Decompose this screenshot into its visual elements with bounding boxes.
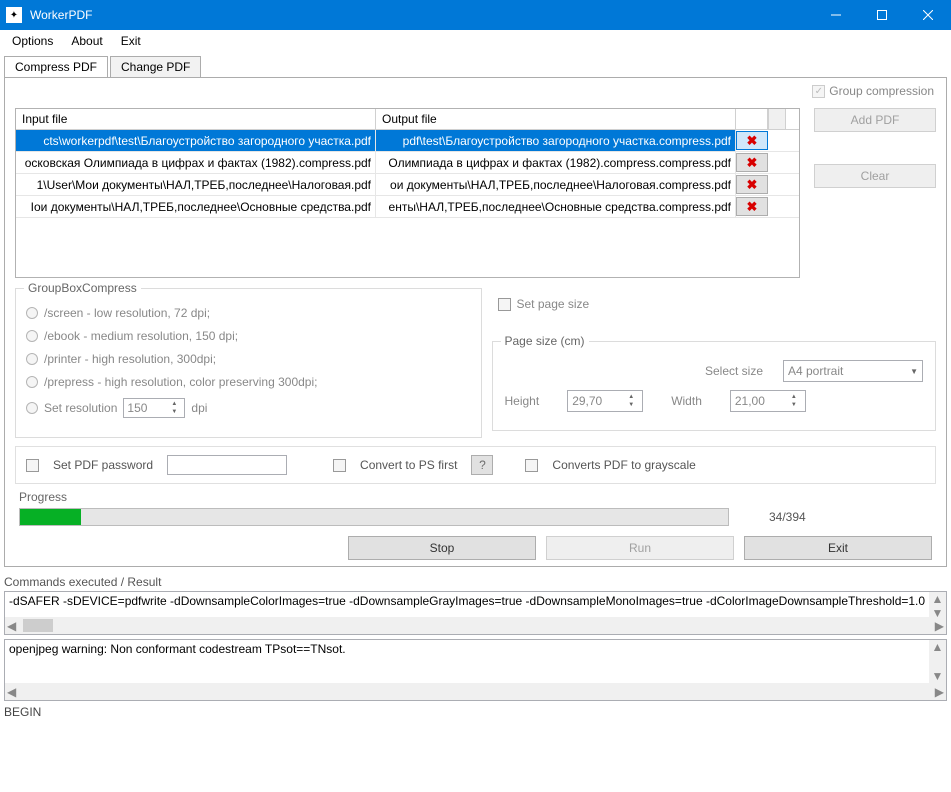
cell-output-file: Олимпиада в цифрах и фактах (1982).compr… xyxy=(376,152,736,173)
resolution-spinner[interactable]: ▲▼ xyxy=(167,400,181,416)
action-row: Stop Run Exit xyxy=(15,536,936,560)
titlebar: ✦ WorkerPDF xyxy=(0,0,951,30)
group-compression-row: Group compression xyxy=(812,84,934,98)
password-input[interactable] xyxy=(167,455,287,475)
delete-row-button[interactable]: ✖ xyxy=(736,131,768,150)
file-grid[interactable]: Input file Output file cts\workerpdf\tes… xyxy=(15,108,800,278)
commands-scroll-y[interactable]: ▲▼ xyxy=(929,592,946,617)
grayscale-label: Converts PDF to grayscale xyxy=(552,458,695,472)
radio-prepress-label: /prepress - high resolution, color prese… xyxy=(44,375,317,389)
cell-input-file: Іои документы\НАЛ,ТРЕБ,последнее\Основны… xyxy=(16,196,376,217)
cell-input-file: 1\User\Мои документы\НАЛ,ТРЕБ,последнее\… xyxy=(16,174,376,195)
tab-compress-pdf[interactable]: Compress PDF xyxy=(4,56,108,77)
delete-row-button[interactable]: ✖ xyxy=(736,153,768,172)
cell-input-file: осковская Олимпиада в цифрах и фактах (1… xyxy=(16,152,376,173)
tab-change-pdf[interactable]: Change PDF xyxy=(110,56,201,77)
radio-printer[interactable] xyxy=(26,353,38,365)
tab-strip: Compress PDF Change PDF xyxy=(4,56,947,77)
group-compression-checkbox[interactable] xyxy=(812,85,825,98)
table-row[interactable]: Іои документы\НАЛ,ТРЕБ,последнее\Основны… xyxy=(16,196,799,218)
radio-prepress[interactable] xyxy=(26,376,38,388)
groupbox-page-size: Page size (cm) Select size A4 portrait▼ … xyxy=(492,341,937,431)
tab-panel-compress: Group compression Input file Output file… xyxy=(4,77,947,567)
cell-output-file: ои документы\НАЛ,ТРЕБ,последнее\Налогова… xyxy=(376,174,736,195)
progress-label: Progress xyxy=(19,490,932,504)
page-size-panel: Set page size Page size (cm) Select size… xyxy=(492,288,937,438)
convert-ps-label: Convert to PS first xyxy=(360,458,457,472)
grid-header: Input file Output file xyxy=(16,109,799,130)
maximize-button[interactable] xyxy=(859,0,905,30)
height-spinner[interactable]: ▲▼ xyxy=(624,393,638,409)
groupbox-compress: GroupBoxCompress /screen - low resolutio… xyxy=(15,288,482,438)
menu-options[interactable]: Options xyxy=(4,32,61,50)
height-input[interactable]: 29,70▲▼ xyxy=(567,390,643,412)
menubar: Options About Exit xyxy=(0,30,951,52)
radio-set-resolution[interactable] xyxy=(26,402,38,414)
cell-output-file: pdf\test\Благоустройство загородного уча… xyxy=(376,130,736,151)
delete-row-button[interactable]: ✖ xyxy=(736,197,768,216)
exit-button[interactable]: Exit xyxy=(744,536,932,560)
width-spinner[interactable]: ▲▼ xyxy=(787,393,801,409)
radio-screen[interactable] xyxy=(26,307,38,319)
cell-output-file: енты\НАЛ,ТРЕБ,последнее\Основные средств… xyxy=(376,196,736,217)
add-pdf-button[interactable]: Add PDF xyxy=(814,108,936,132)
group-compression-label: Group compression xyxy=(829,84,934,98)
minimize-button[interactable] xyxy=(813,0,859,30)
commands-label: Commands executed / Result xyxy=(4,575,947,589)
progress-text: 34/394 xyxy=(769,510,806,524)
chevron-down-icon: ▼ xyxy=(910,367,918,376)
progress-area: Progress 34/394 xyxy=(15,490,936,526)
grayscale-checkbox[interactable] xyxy=(525,459,538,472)
close-button[interactable] xyxy=(905,0,951,30)
width-input[interactable]: 21,00▲▼ xyxy=(730,390,806,412)
set-page-size-checkbox[interactable] xyxy=(498,298,511,311)
radio-set-resolution-label: Set resolution xyxy=(44,401,117,415)
log-text: openjpeg warning: Non conformant codestr… xyxy=(5,640,946,658)
run-button[interactable]: Run xyxy=(546,536,734,560)
side-buttons: Add PDF Clear xyxy=(814,108,936,278)
menu-about[interactable]: About xyxy=(63,32,110,50)
log-scroll-x[interactable]: ◀▶ xyxy=(5,683,946,700)
header-output-file[interactable]: Output file xyxy=(376,109,736,129)
height-label: Height xyxy=(505,394,540,408)
commands-text: -dSAFER -sDEVICE=pdfwrite -dDownsampleCo… xyxy=(5,592,946,610)
table-row[interactable]: 1\User\Мои документы\НАЛ,ТРЕБ,последнее\… xyxy=(16,174,799,196)
radio-printer-label: /printer - high resolution, 300dpi; xyxy=(44,352,216,366)
radio-ebook-label: /ebook - medium resolution, 150 dpi; xyxy=(44,329,238,343)
window-controls xyxy=(813,0,951,30)
header-input-file[interactable]: Input file xyxy=(16,109,376,129)
table-row[interactable]: cts\workerpdf\test\Благоустройство загор… xyxy=(16,130,799,152)
page-size-select[interactable]: A4 portrait▼ xyxy=(783,360,923,382)
convert-ps-help-button[interactable]: ? xyxy=(471,455,493,475)
select-size-label: Select size xyxy=(705,364,763,378)
page-size-group-title: Page size (cm) xyxy=(501,334,589,348)
convert-ps-checkbox[interactable] xyxy=(333,459,346,472)
commands-console[interactable]: -dSAFER -sDEVICE=pdfwrite -dDownsampleCo… xyxy=(4,591,947,635)
radio-ebook[interactable] xyxy=(26,330,38,342)
status-bar: BEGIN xyxy=(4,705,947,719)
stop-button[interactable]: Stop xyxy=(348,536,536,560)
width-label: Width xyxy=(671,394,702,408)
table-row[interactable]: осковская Олимпиада в цифрах и фактах (1… xyxy=(16,152,799,174)
app-title: WorkerPDF xyxy=(30,8,813,22)
progress-bar xyxy=(19,508,729,526)
commands-scroll-x[interactable]: ◀▶ xyxy=(5,617,946,634)
delete-row-button[interactable]: ✖ xyxy=(736,175,768,194)
log-console[interactable]: openjpeg warning: Non conformant codestr… xyxy=(4,639,947,701)
options-row: Set PDF password Convert to PS first ? C… xyxy=(15,446,936,484)
resolution-input[interactable]: 150▲▼ xyxy=(123,398,185,418)
set-password-label: Set PDF password xyxy=(53,458,153,472)
progress-fill xyxy=(20,509,81,525)
groupbox-compress-title: GroupBoxCompress xyxy=(24,281,141,295)
log-scroll-y[interactable]: ▲▼ xyxy=(929,640,946,683)
radio-screen-label: /screen - low resolution, 72 dpi; xyxy=(44,306,210,320)
menu-exit[interactable]: Exit xyxy=(113,32,149,50)
dpi-label: dpi xyxy=(191,401,207,415)
header-delete xyxy=(736,109,768,129)
set-password-checkbox[interactable] xyxy=(26,459,39,472)
cell-input-file: cts\workerpdf\test\Благоустройство загор… xyxy=(16,130,376,151)
clear-button[interactable]: Clear xyxy=(814,164,936,188)
set-page-size-label: Set page size xyxy=(517,297,590,311)
app-icon: ✦ xyxy=(6,7,22,23)
